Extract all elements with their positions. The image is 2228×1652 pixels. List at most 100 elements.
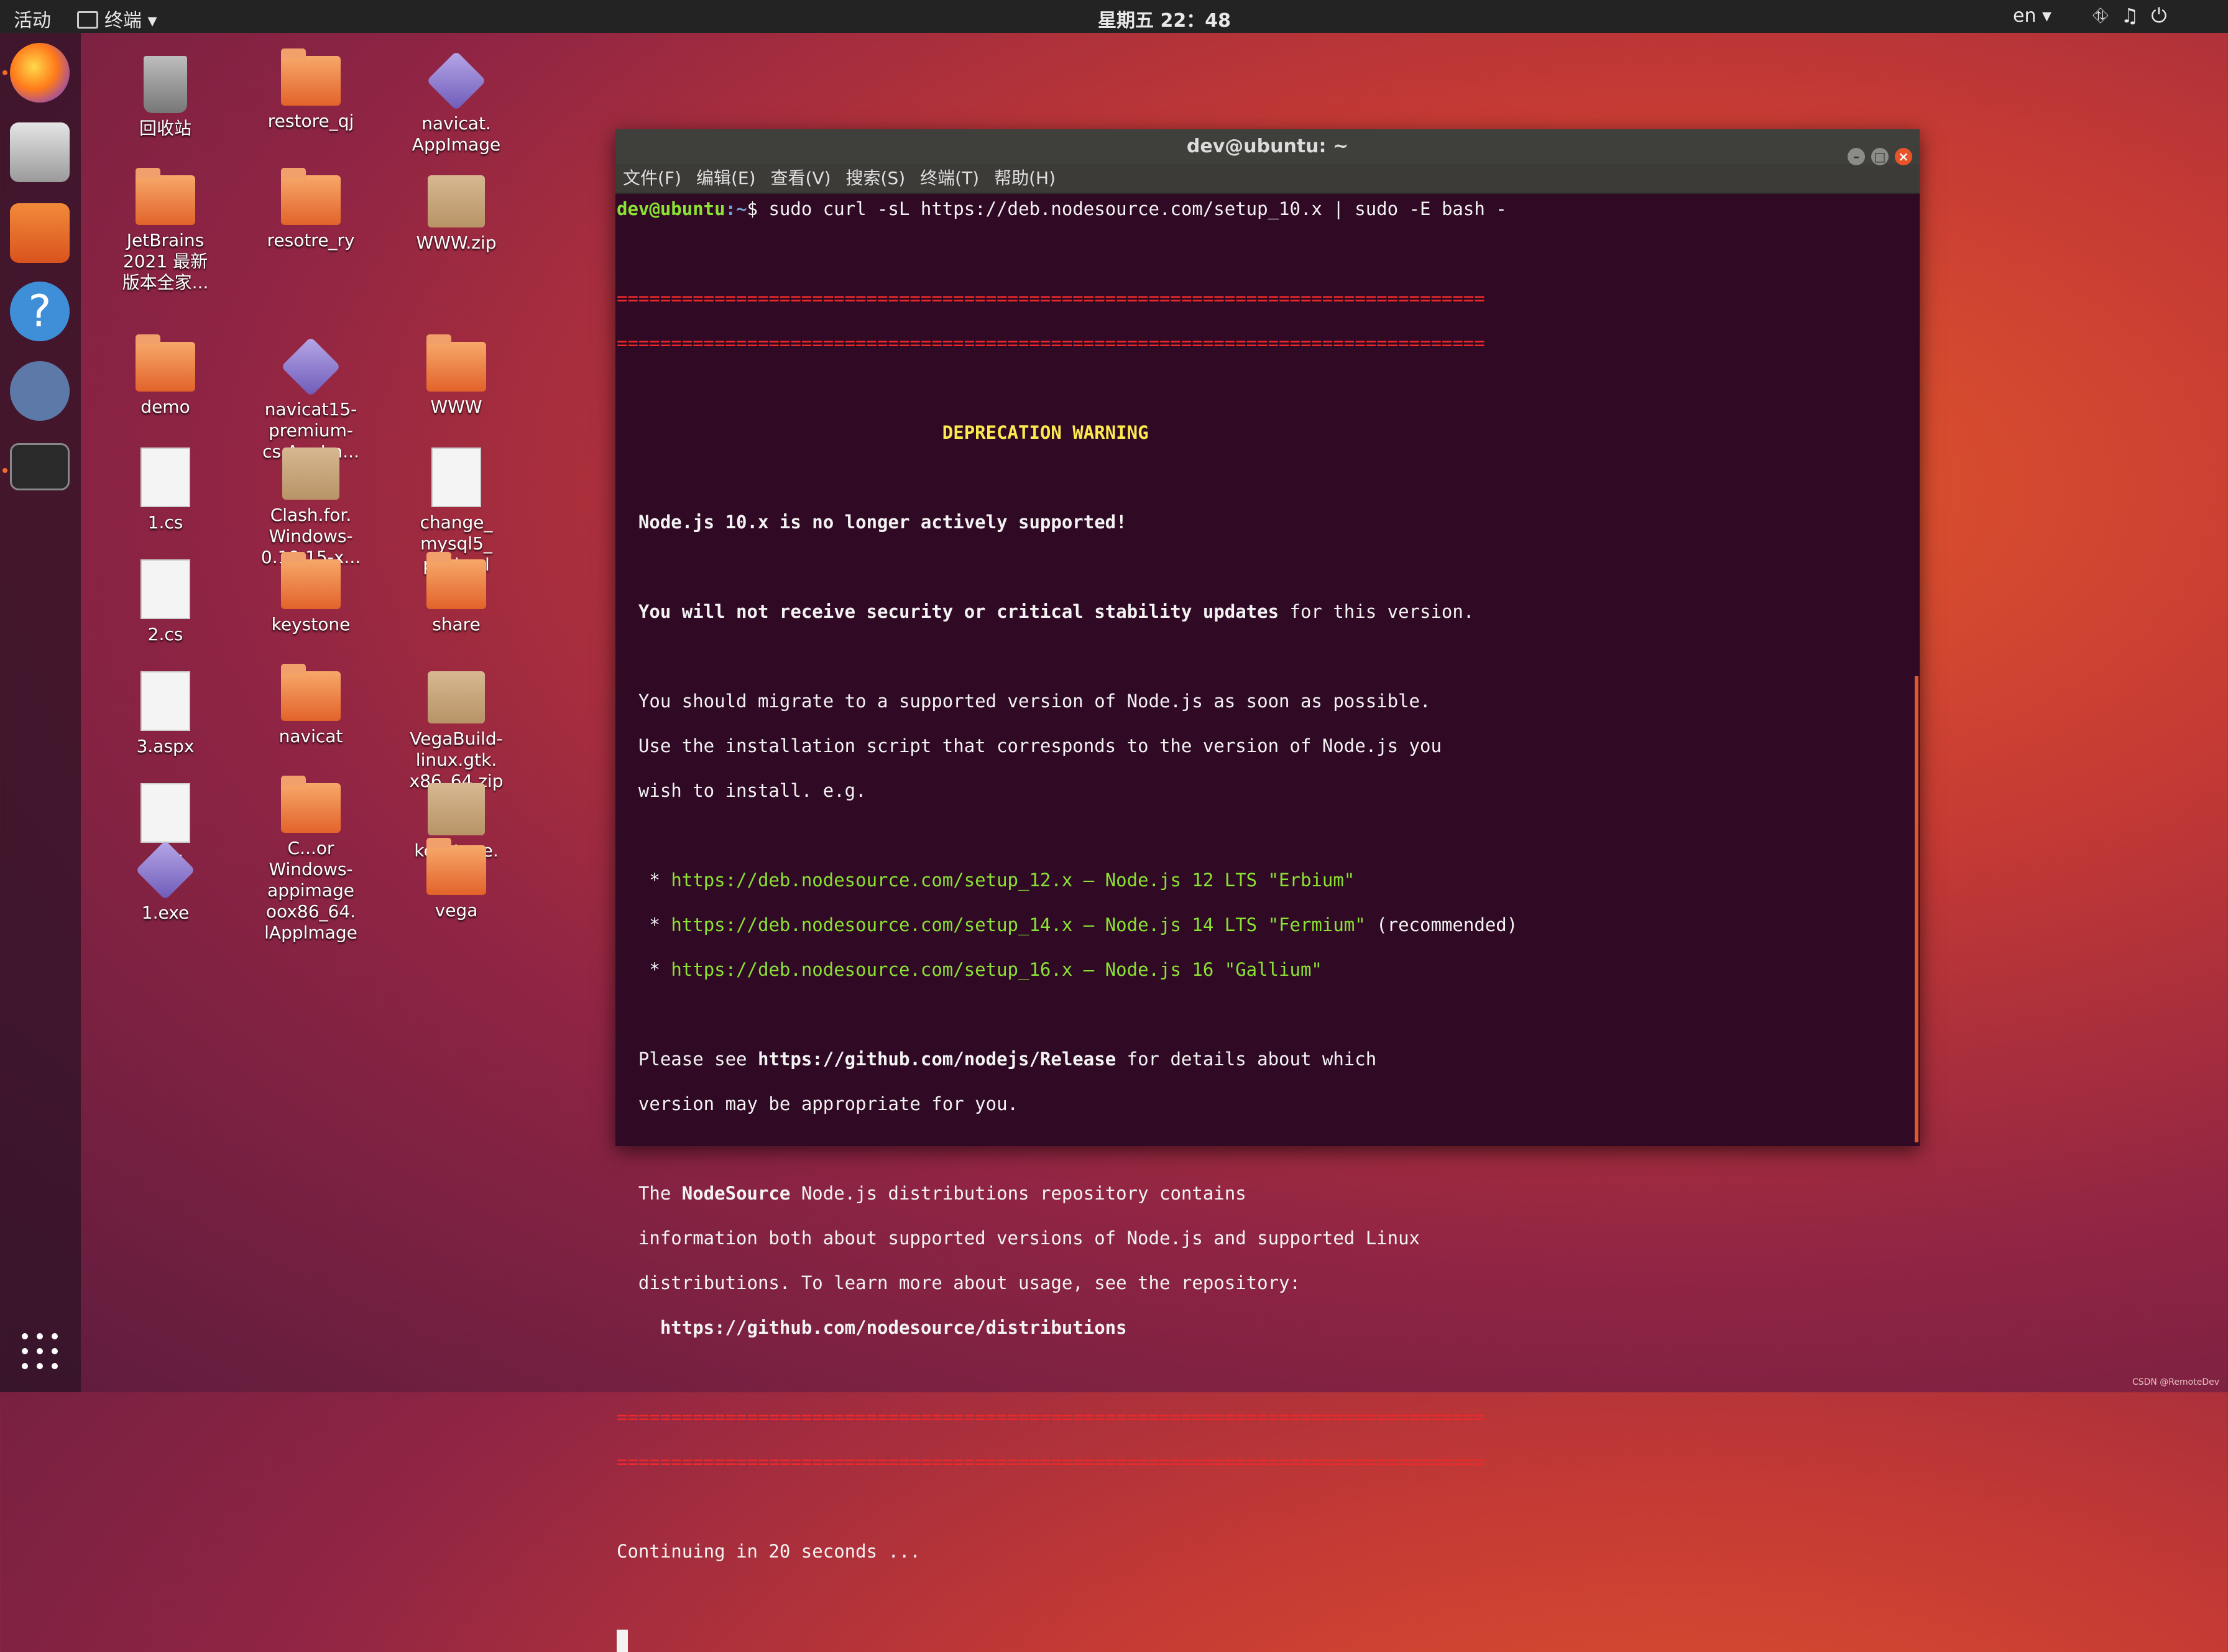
cs-icon [140,447,190,507]
desktop-item[interactable]: demo [103,334,228,418]
terminal-dock-icon[interactable] [10,443,70,490]
see-text: Please see [638,1049,758,1070]
desktop-item[interactable]: navicat. AppImage [394,50,518,155]
show-apps-icon[interactable] [20,1331,60,1371]
watermark: CSDN @RemoteDev [2132,1377,2219,1387]
minimize-icon[interactable]: – [1848,148,1865,165]
desktop-item[interactable]: WWW [394,334,518,418]
desktop-item[interactable]: 1.cs [103,447,228,533]
migrate-line: wish to install. e.g. [638,780,867,801]
menu-search[interactable]: 搜索(S) [846,168,906,188]
folder-icon [281,552,341,609]
text-cursor [617,1630,628,1652]
desktop-item[interactable]: 3.aspx [103,671,228,757]
menu-view[interactable]: 查看(V) [771,168,831,188]
cs-icon [140,559,190,619]
desktop-item-label: navicat [278,726,343,746]
desktop-item[interactable]: change_ mysql5_ pwd.sql [394,447,518,576]
prompt-path: :~ [725,198,747,219]
zip-icon [428,783,485,835]
command-line: $ sudo curl -sL https://deb.nodesource.c… [747,198,1507,219]
desktop-item[interactable]: VegaBuild- linux.gtk. x86_64.zip [394,671,518,792]
desktop-item-label: restore_qj [267,111,354,131]
desktop-item[interactable]: resotre_ry [249,168,373,251]
desktop-item[interactable]: keystone [249,552,373,635]
separator-line: ========================================… [617,1406,1485,1428]
menu-terminal[interactable]: 终端(T) [920,168,979,188]
power-icon: ⏻ [2151,4,2180,27]
terminal-output[interactable]: dev@ubuntu:~$ sudo curl -sL https://deb.… [615,194,1920,1652]
app-menu[interactable]: 终端 ▾ [77,5,157,32]
repo-url: https://github.com/nodesource/distributi… [660,1317,1127,1338]
doc-icon [431,447,481,507]
terminal-titlebar[interactable]: dev@ubuntu: ~ – □ × [615,129,1920,165]
terminal-window[interactable]: dev@ubuntu: ~ – □ × 文件(F) 编辑(E) 查看(V) 搜索(S) 终端… [615,129,1920,1652]
desktop-item[interactable]: C...or Windows- appimage oox86_64. lAppl… [249,776,373,943]
zip-icon [428,175,485,227]
desktop-item[interactable]: 2.cs [103,559,228,645]
files-icon[interactable] [10,122,70,182]
clock[interactable]: 星期五 22：48 [1098,5,1231,32]
desktop-item[interactable]: vega [394,838,518,921]
desktop-item[interactable]: 1.exe [103,840,228,924]
prompt-user: dev@ubuntu [617,198,725,219]
maximize-icon[interactable]: □ [1871,148,1889,165]
folder-icon [281,776,341,833]
desktop-item[interactable]: share [394,552,518,635]
folder-icon [136,168,195,225]
release-url: https://github.com/nodejs/Release [757,1049,1116,1070]
desktop-item-label: 2.cs [147,624,183,645]
trash-icon [144,56,187,113]
warning-title: DEPRECATION WARNING [942,422,1149,443]
updates-bold: You will not receive security or critica… [638,601,1279,622]
folder-icon [426,334,486,392]
help-icon[interactable]: ? [10,282,70,341]
updates-text: for this version. [1279,601,1475,622]
dock: ? [0,33,81,1392]
continuing-line: Continuing in 20 seconds ... [617,1541,921,1562]
repo-text: distributions. To learn more about usage… [638,1272,1300,1293]
network-icon: ⛗ [2092,4,2121,27]
repo-text: Node.js distributions repository contain… [790,1183,1246,1204]
nodesource-bold: NodeSource [681,1183,791,1204]
folder-icon [426,838,486,895]
software-center-icon[interactable] [10,203,70,263]
desktop-item[interactable]: 回收站 [103,56,228,139]
migrate-line: Use the installation script that corresp… [638,735,1442,756]
close-icon[interactable]: × [1895,148,1912,165]
running-indicator [2,468,7,473]
migrate-line: You should migrate to a supported versio… [638,691,1431,712]
see-text: for details about which [1116,1049,1377,1070]
terminal-icon [77,11,98,29]
desktop-item[interactable]: navicat [249,664,373,747]
version-note: (recommended) [1365,914,1518,935]
caret-down-icon: ▾ [2042,5,2052,27]
repo-text: The [638,1183,682,1204]
firefox-icon[interactable] [10,43,70,103]
scrollbar[interactable] [1915,676,1918,1142]
desktop-item[interactable]: restore_qj [249,48,373,132]
repo-text: information both about supported version… [638,1228,1420,1249]
gem-icon [426,50,487,111]
menu-edit[interactable]: 编辑(E) [696,168,756,188]
desktop-item[interactable]: navicat15- premium- cs.AppIm... [249,336,373,462]
desktop-item[interactable]: JetBrains 2021 最新 版本全家... [103,168,228,293]
desktop-item-label: resotre_ry [267,230,355,250]
desktop-item-label: vega [435,900,478,920]
desktop-item-label: 1.cs [147,512,183,533]
separator-line: ========================================… [617,1451,1485,1472]
remmina-icon[interactable] [10,361,70,421]
system-tray[interactable]: ⛗♫⏻ [2092,4,2180,28]
desktop-item-label: Clash.for. Windows- 0.19.15-x... [260,505,361,567]
activities-button[interactable]: 活动 [14,5,51,32]
version-link: https://deb.nodesource.com/setup_14.x — … [671,914,1366,935]
desktop-item-label: navicat. AppImage [412,113,501,155]
menu-file[interactable]: 文件(F) [623,168,681,188]
desktop-item[interactable]: Clash.for. Windows- 0.19.15-x... [249,447,373,568]
menu-help[interactable]: 帮助(H) [994,168,1056,188]
desktop-item[interactable]: WWW.zip [394,175,518,254]
zip-icon [428,671,485,723]
top-bar: 活动 终端 ▾ 星期五 22：48 en ▾ ⛗♫⏻ [0,0,2228,33]
see-text: version may be appropriate for you. [638,1093,1019,1114]
input-method-indicator[interactable]: en ▾ [2013,5,2051,27]
